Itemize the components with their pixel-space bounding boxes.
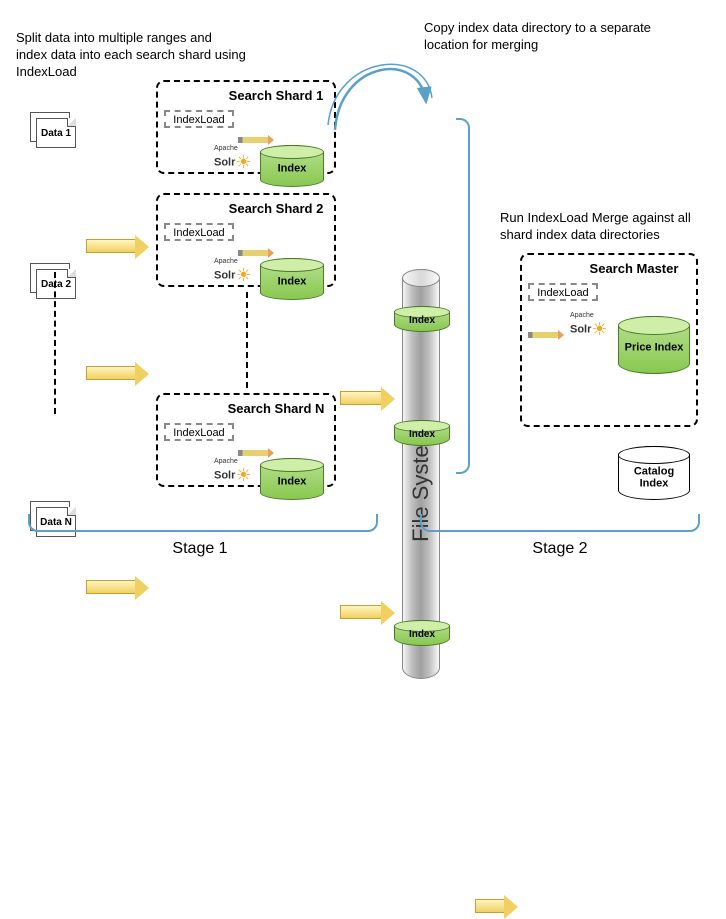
shard-title: Search Shard 2 [218, 201, 334, 216]
sunburst-icon: ☀ [591, 319, 607, 339]
arrow-dataN-to-shard [86, 580, 136, 594]
index-cylinder: Index [260, 458, 324, 500]
solr-logo: Apache Solr☀ [570, 313, 608, 340]
solr-logo: Apache Solr☀ [214, 459, 252, 486]
data-label: Data 2 [36, 269, 76, 299]
sunburst-icon: ☀ [235, 152, 251, 172]
shard-2: Search Shard 2 IndexLoad Index Apache So… [156, 193, 336, 287]
stage2-brace [420, 514, 700, 532]
fs-index-slot: Index [394, 306, 450, 332]
sunburst-icon: ☀ [235, 265, 251, 285]
data-label: Data 1 [36, 118, 76, 148]
shard-1: Search Shard 1 IndexLoad Index Apache So… [156, 80, 336, 174]
vertical-ellipsis-data [54, 272, 56, 414]
data-source-1: Data 1 [30, 112, 78, 150]
price-index-cylinder: Price Index [618, 316, 690, 374]
arrow-data1-to-shard [86, 239, 136, 253]
index-cylinder: Index [260, 258, 324, 300]
brace-right-icon [456, 118, 470, 474]
arrow-shard-to-fs [340, 391, 382, 405]
indexload-box: IndexLoad [528, 283, 598, 301]
index-label: Index [261, 275, 323, 287]
indexload-box: IndexLoad [164, 423, 234, 441]
stage2-label: Stage 2 [500, 540, 620, 558]
price-index-label: Price Index [619, 341, 689, 353]
stage1-label: Stage 1 [140, 540, 260, 558]
sunburst-icon: ☀ [235, 465, 251, 485]
arrow-data2-to-shard [86, 366, 136, 380]
caption-merge: Run IndexLoad Merge against all shard in… [500, 210, 720, 244]
pencil-icon [238, 137, 268, 143]
indexload-box: IndexLoad [164, 110, 234, 128]
shard-title: Search Shard 1 [218, 88, 334, 103]
curved-arrow [320, 40, 460, 140]
arrow-fs-to-master [475, 899, 505, 913]
search-master: Search Master IndexLoad Apache Solr☀ Pri… [520, 253, 698, 427]
fs-index-slot: Index [394, 420, 450, 446]
index-label: Index [261, 162, 323, 174]
catalog-index-cylinder: Catalog Index [618, 446, 690, 500]
master-title: Search Master [572, 261, 696, 276]
vertical-ellipsis [246, 292, 248, 388]
file-system: File System Index Index Index [402, 269, 440, 679]
index-cylinder: Index [260, 145, 324, 187]
caption-split: Split data into multiple ranges and inde… [16, 30, 246, 81]
stage1-brace [28, 514, 378, 532]
arrow-shard-to-fs [340, 605, 382, 619]
shard-title: Search Shard N [218, 401, 334, 416]
pencil-icon [238, 250, 268, 256]
pencil-icon [238, 450, 268, 456]
solr-logo: Apache Solr☀ [214, 259, 252, 286]
pencil-icon [528, 332, 558, 338]
shard-n: Search Shard N IndexLoad Index Apache So… [156, 393, 336, 487]
indexload-box: IndexLoad [164, 223, 234, 241]
fs-index-slot: Index [394, 620, 450, 646]
solr-logo: Apache Solr☀ [214, 146, 252, 173]
catalog-index-label: Catalog Index [619, 466, 689, 490]
index-label: Index [261, 475, 323, 487]
